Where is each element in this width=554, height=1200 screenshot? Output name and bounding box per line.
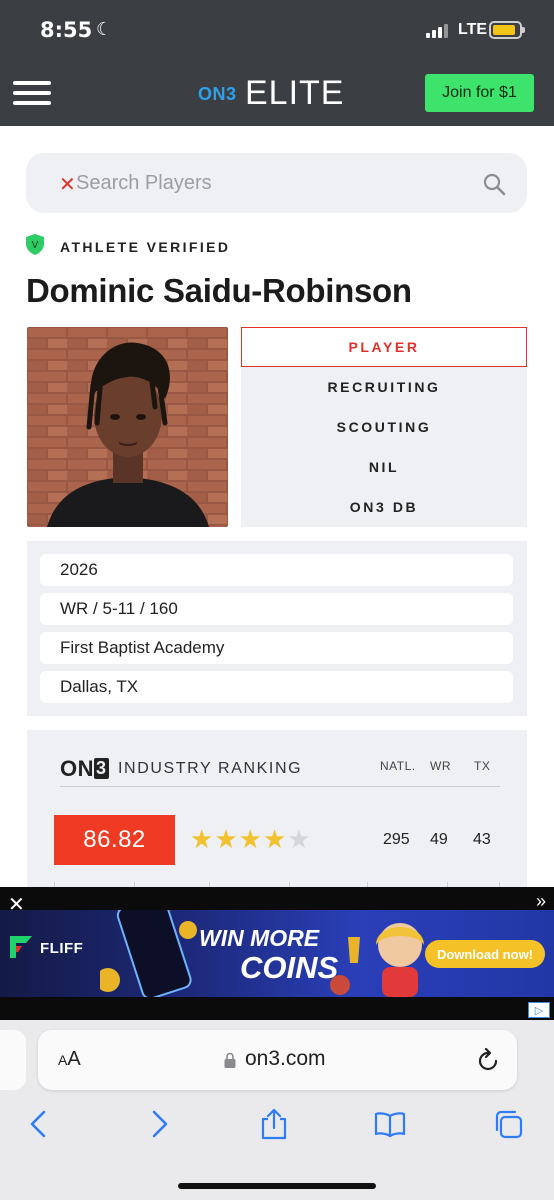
ad-character-icon <box>330 923 424 997</box>
ad-brand: FLIFF <box>40 940 84 957</box>
verified-label: ATHLETE VERIFIED <box>60 239 231 255</box>
ad-download-button[interactable]: Download now! <box>425 940 545 968</box>
state-rank[interactable]: 43 <box>473 831 491 849</box>
forward-icon[interactable] <box>142 1108 174 1140</box>
ad-expand-icon[interactable]: » <box>536 891 546 912</box>
verified-shield-icon: V <box>26 234 44 255</box>
ad-banner: ✕ » FLIFF WIN MORE COINS Download now! ▷ <box>0 887 554 1020</box>
position-rank[interactable]: 49 <box>430 831 448 849</box>
player-info: 2026 WR / 5-11 / 160 First Baptist Acade… <box>27 541 527 716</box>
tab-player[interactable]: PLAYER <box>241 327 527 367</box>
ad-creative[interactable]: FLIFF WIN MORE COINS Download now! <box>0 910 554 997</box>
profile-tabs: PLAYER RECRUITING SCOUTING NIL ON3 DB <box>241 327 527 527</box>
col-natl: NATL. <box>380 759 416 773</box>
menu-icon[interactable] <box>13 79 51 107</box>
star-filled-icon: ★ <box>238 824 262 854</box>
natl-rank[interactable]: 295 <box>383 831 410 849</box>
player-search: ✕ <box>26 153 527 213</box>
adchoices-icon[interactable]: ▷ <box>528 1002 550 1018</box>
back-icon[interactable] <box>24 1108 56 1140</box>
previous-tab-preview[interactable] <box>0 1030 26 1090</box>
reload-icon[interactable] <box>476 1047 500 1073</box>
tab-scouting[interactable]: SCOUTING <box>241 407 527 447</box>
tabs-icon[interactable] <box>492 1108 524 1140</box>
class-year: 2026 <box>40 554 513 586</box>
hometown: Dallas, TX <box>40 671 513 703</box>
ad-headline-2: COINS <box>240 950 339 985</box>
browser-bottom-bar: AA on3.com <box>0 1020 554 1200</box>
status-time: 8:55 <box>40 18 93 42</box>
battery-icon <box>489 21 525 39</box>
on3-logo: ON 3 <box>60 756 109 782</box>
ranking-title: INDUSTRY RANKING <box>118 760 303 777</box>
ad-phone-icon <box>100 910 197 997</box>
search-input[interactable] <box>76 168 456 198</box>
tab-nil[interactable]: NIL <box>241 447 527 487</box>
address-bar[interactable]: AA on3.com <box>38 1030 517 1090</box>
ranking-divider <box>60 786 500 787</box>
position-size: WR / 5-11 / 160 <box>40 593 513 625</box>
clear-icon[interactable]: ✕ <box>59 172 76 197</box>
home-indicator <box>178 1183 376 1189</box>
player-name: Dominic Saidu-Robinson <box>26 272 412 309</box>
industry-ranking: ON 3 INDUSTRY RANKING NATL. WR TX 86.82 ★… <box>27 730 527 890</box>
status-bar: 8:55 ☾ LTE <box>0 0 554 62</box>
on3-logo-text: ON <box>60 756 94 781</box>
do-not-disturb-icon: ☾ <box>96 19 113 39</box>
star-filled-icon: ★ <box>190 824 214 854</box>
share-icon[interactable] <box>258 1108 290 1140</box>
star-filled-icon: ★ <box>214 824 238 854</box>
url-domain[interactable]: on3.com <box>245 1047 326 1071</box>
player-photo <box>27 327 228 527</box>
tab-on3-db[interactable]: ON3 DB <box>241 487 527 527</box>
logo-elite-text: ELITE <box>245 74 345 112</box>
col-state: TX <box>474 759 491 773</box>
text-size-button[interactable]: AA <box>58 1048 81 1071</box>
site-header: ON3 ELITE Join for $1 <box>0 62 554 126</box>
join-button[interactable]: Join for $1 <box>425 74 534 112</box>
industry-score: 86.82 <box>54 815 175 865</box>
bookmarks-icon[interactable] <box>374 1108 406 1140</box>
network-label: LTE <box>458 21 488 38</box>
logo-on3-text: ON3 <box>198 84 237 104</box>
search-icon[interactable] <box>482 172 506 196</box>
tab-recruiting[interactable]: RECRUITING <box>241 367 527 407</box>
star-rating: ★★★★★ <box>190 826 312 853</box>
high-school[interactable]: First Baptist Academy <box>40 632 513 664</box>
fliff-logo-icon <box>10 936 32 958</box>
star-empty-icon: ★ <box>287 824 311 854</box>
ad-headline-1: WIN MORE <box>199 925 320 951</box>
signal-icon <box>426 24 452 38</box>
star-filled-icon: ★ <box>262 824 287 854</box>
col-position: WR <box>430 759 451 773</box>
lock-icon <box>224 1052 236 1068</box>
svg-text:V: V <box>32 240 39 251</box>
on3-logo-three: 3 <box>94 758 109 779</box>
